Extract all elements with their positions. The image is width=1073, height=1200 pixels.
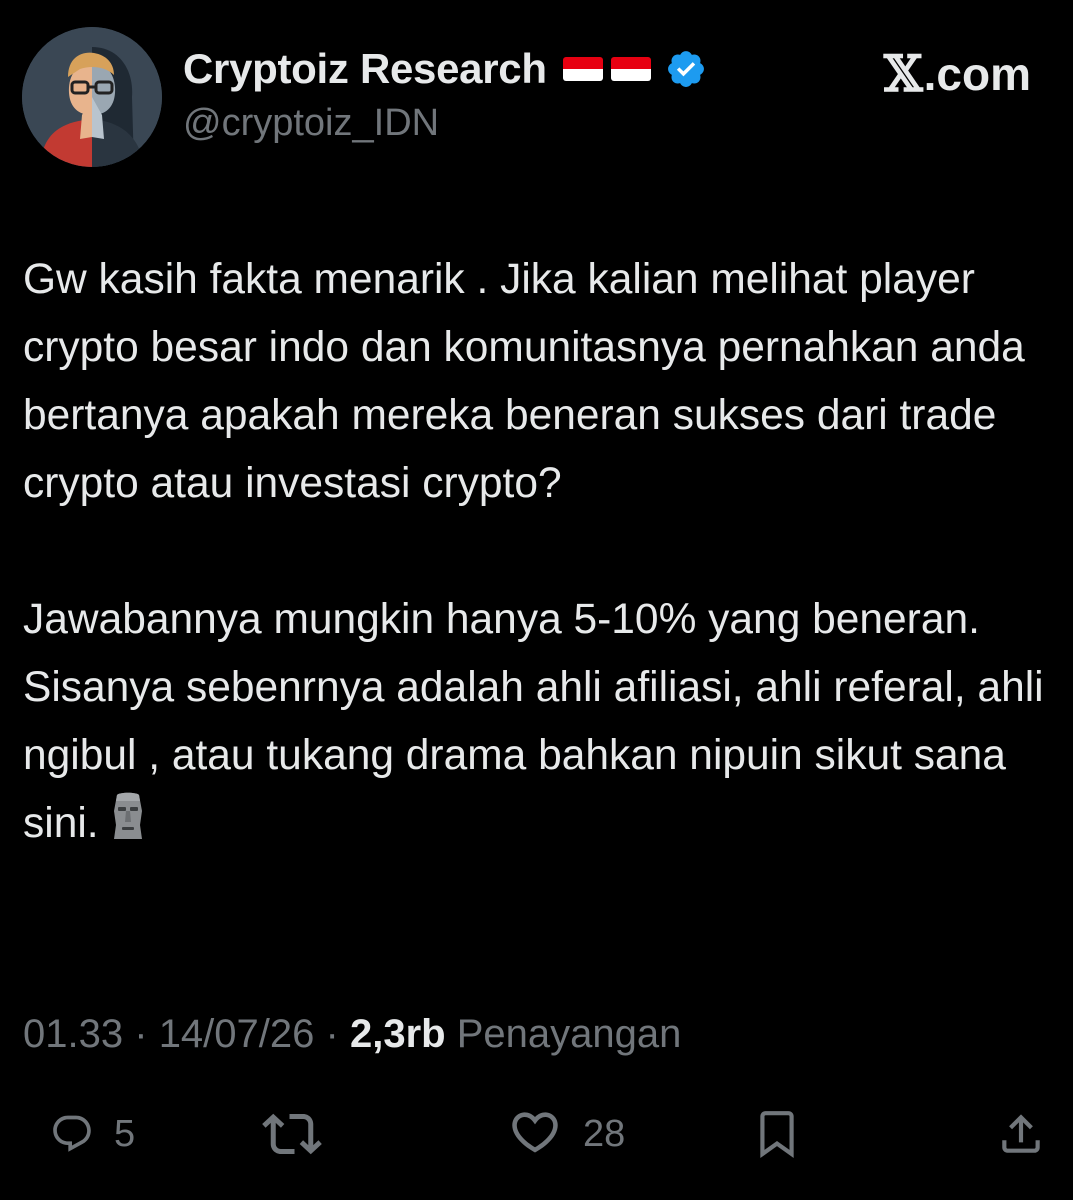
reply-icon: [50, 1112, 94, 1156]
flags-group: [562, 57, 651, 81]
tweet-text: Gw kasih fakta menarik . Jika kalian mel…: [23, 246, 1053, 858]
tweet-paragraph-1: Gw kasih fakta menarik . Jika kalian mel…: [23, 256, 1025, 507]
tweet-paragraph-2-text: Jawabannya mungkin hanya 5-10% yang bene…: [23, 596, 1044, 847]
avatar[interactable]: [22, 27, 162, 167]
bookmark-button[interactable]: [754, 1104, 800, 1164]
like-icon: [507, 1109, 563, 1159]
meta-separator: ·: [134, 1012, 148, 1056]
like-button[interactable]: 28: [507, 1104, 625, 1164]
bookmark-icon: [754, 1109, 800, 1159]
author-handle[interactable]: @cryptoiz_IDN: [183, 102, 439, 145]
x-brand-suffix: .com: [923, 47, 1031, 100]
indonesia-flag-icon: [610, 57, 651, 81]
views-label: Penayangan: [456, 1012, 682, 1056]
tweet-date[interactable]: 14/07/26: [159, 1012, 315, 1056]
moai-emoji-icon: [109, 791, 147, 843]
share-button[interactable]: [996, 1104, 1046, 1164]
avatar-illustration: [22, 27, 162, 167]
retweet-icon: [262, 1109, 322, 1159]
x-brand-label: 𝕏 .com: [884, 44, 1031, 103]
x-logo-icon: 𝕏: [883, 44, 923, 103]
tweet-action-bar: 5 28: [0, 1104, 1073, 1164]
reply-button[interactable]: 5: [50, 1104, 135, 1164]
indonesia-flag-icon: [562, 57, 603, 81]
like-count: 28: [583, 1112, 626, 1155]
share-icon: [996, 1109, 1046, 1159]
author-display-name[interactable]: Cryptoiz Research: [183, 45, 547, 93]
tweet-time[interactable]: 01.33: [23, 1012, 123, 1056]
retweet-button[interactable]: [262, 1104, 342, 1164]
tweet-paragraph-2: Jawabannya mungkin hanya 5-10% yang bene…: [23, 586, 1053, 858]
meta-separator: ·: [325, 1012, 339, 1056]
tweet-meta: 01.33 · 14/07/26 · 2,3rb Penayangan: [23, 1012, 681, 1057]
views-count: 2,3rb: [349, 1012, 446, 1056]
reply-count: 5: [114, 1112, 136, 1155]
verified-badge-icon[interactable]: [665, 48, 707, 90]
author-display-name-row[interactable]: Cryptoiz Research: [183, 40, 707, 98]
